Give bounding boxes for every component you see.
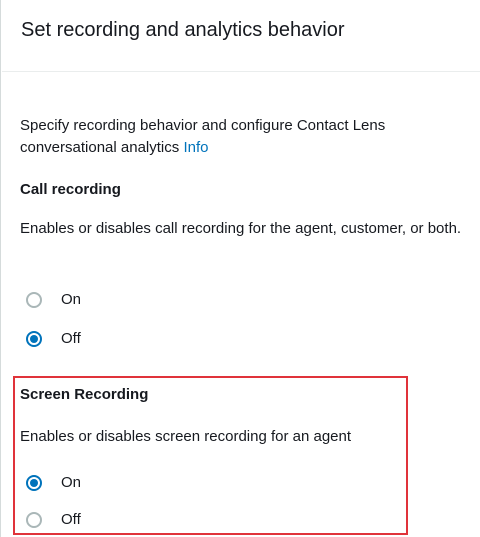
- screen-recording-on-radio[interactable]: On: [26, 474, 81, 491]
- call-recording-on-radio[interactable]: On: [26, 291, 81, 308]
- radio-checked-icon: [26, 330, 42, 347]
- screen-recording-title: Screen Recording: [20, 386, 149, 403]
- radio-unchecked-icon: [26, 511, 42, 528]
- call-recording-description: Enables or disables call recording for t…: [20, 220, 462, 237]
- call-recording-title: Call recording: [20, 181, 121, 198]
- radio-label: On: [61, 291, 82, 308]
- screen-recording-description: Enables or disables screen recording for…: [20, 428, 352, 445]
- call-recording-off-radio[interactable]: Off: [26, 330, 81, 347]
- radio-label: On: [61, 474, 82, 491]
- page-title: Set recording and analytics behavior: [21, 19, 345, 41]
- recording-settings-panel: Set recording and analytics behavior Spe…: [0, 0, 480, 537]
- screen-recording-off-radio[interactable]: Off: [26, 511, 81, 528]
- radio-checked-icon: [26, 474, 42, 491]
- intro-description: Specify recording behavior and configure…: [20, 115, 470, 159]
- info-link[interactable]: Info: [183, 139, 208, 156]
- radio-unchecked-icon: [26, 291, 42, 308]
- radio-label: Off: [61, 511, 81, 528]
- panel-header: Set recording and analytics behavior: [2, 0, 480, 72]
- radio-label: Off: [61, 330, 81, 347]
